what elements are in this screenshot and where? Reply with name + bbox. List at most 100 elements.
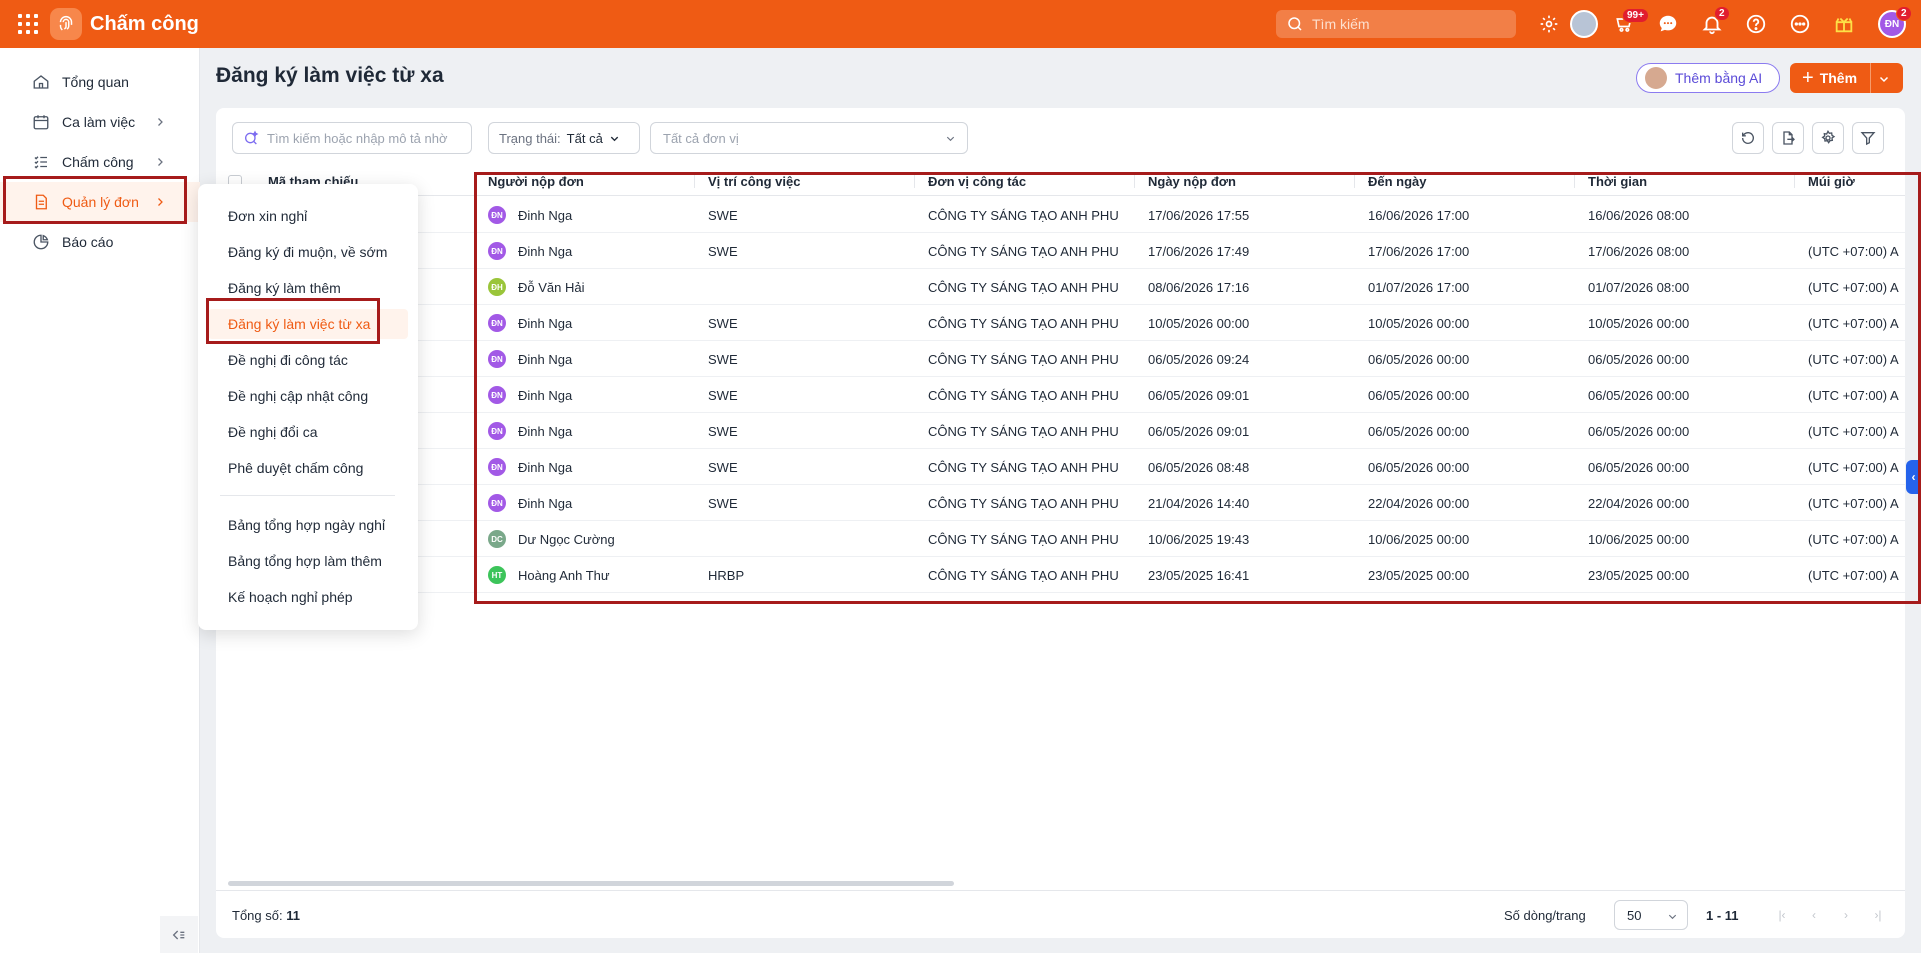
column-settings-button[interactable] bbox=[1812, 122, 1844, 154]
avatar: ĐN bbox=[488, 242, 506, 260]
chevron-down-icon[interactable] bbox=[1878, 73, 1890, 85]
expand-panel-tab[interactable]: ‹ bbox=[1906, 460, 1921, 494]
settings-gear-icon[interactable] bbox=[1537, 12, 1561, 36]
more-options-icon[interactable] bbox=[1788, 12, 1812, 36]
submenu-item-attendance-update[interactable]: Đề nghị cập nhật công bbox=[208, 381, 408, 411]
add-with-ai-button[interactable]: Thêm bằng AI bbox=[1636, 63, 1780, 93]
collapse-sidebar-button[interactable] bbox=[160, 916, 198, 953]
submenu-item-business-trip[interactable]: Đề nghị đi công tác bbox=[208, 345, 408, 375]
user-badge: 2 bbox=[1896, 6, 1912, 21]
cell-position: SWE bbox=[708, 233, 918, 269]
cell-submitted-date: 06/05/2026 09:24 bbox=[1148, 341, 1358, 377]
column-header-time[interactable]: Thời gian bbox=[1588, 166, 1647, 196]
cell-time: 22/04/2026 00:00 bbox=[1588, 485, 1798, 521]
table-row[interactable]: ĐH Đỗ Văn Hải CÔNG TY SÁNG TẠO ANH PHU 08/0… bbox=[216, 269, 1905, 305]
submenu-item-late-early[interactable]: Đăng ký đi muộn, về sớm bbox=[208, 237, 408, 267]
cell-to-date-text: 06/05/2026 00:00 bbox=[1368, 459, 1470, 475]
table-row[interactable]: HT Hoàng Anh Thư HRBP CÔNG TY SÁNG TẠO ANH … bbox=[216, 557, 1905, 593]
table-search-input[interactable] bbox=[267, 130, 467, 146]
submenu-item-attendance-approval[interactable]: Phê duyệt chấm công bbox=[208, 453, 408, 483]
rows-per-page-select[interactable]: 50 bbox=[1614, 900, 1688, 930]
cell-applicant: ĐN Đinh Nga bbox=[488, 341, 698, 377]
account-avatar[interactable] bbox=[1570, 10, 1598, 38]
column-header-position[interactable]: Vị trí công việc bbox=[708, 166, 800, 196]
cell-submitted-date-text: 10/06/2025 19:43 bbox=[1148, 531, 1250, 547]
table-row[interactable]: ĐN Đinh Nga SWE CÔNG TY SÁNG TẠO ANH PHU 06/… bbox=[216, 413, 1905, 449]
notification-bell-icon[interactable]: 2 bbox=[1700, 6, 1730, 36]
add-button-divider bbox=[1870, 63, 1871, 93]
export-button[interactable] bbox=[1772, 122, 1804, 154]
gift-icon[interactable] bbox=[1832, 12, 1856, 36]
cell-to-date-text: 10/06/2025 00:00 bbox=[1368, 531, 1470, 547]
submenu-item-remote-work[interactable]: Đăng ký làm việc từ xa bbox=[208, 309, 408, 339]
table-row[interactable]: DC Dư Ngọc Cường CÔNG TY SÁNG TẠO ANH PHU 1… bbox=[216, 521, 1905, 557]
cell-applicant: ĐN Đinh Nga bbox=[488, 233, 698, 269]
column-header-applicant[interactable]: Người nộp đơn bbox=[488, 166, 584, 196]
first-page-icon[interactable]: |‹ bbox=[1774, 907, 1790, 923]
cell-to-date-text: 01/07/2026 17:00 bbox=[1368, 279, 1470, 295]
submenu-item-overtime-summary[interactable]: Bảng tổng hợp làm thêm bbox=[208, 546, 408, 576]
column-separator bbox=[1574, 174, 1575, 188]
cell-applicant-text: Đinh Nga bbox=[518, 423, 573, 439]
column-header-unit[interactable]: Đơn vị công tác bbox=[928, 166, 1026, 196]
global-search[interactable] bbox=[1276, 10, 1516, 38]
status-filter[interactable]: Trạng thái: Tất cả bbox=[488, 122, 640, 154]
cell-position: SWE bbox=[708, 449, 918, 485]
submenu-item-overtime[interactable]: Đăng ký làm thêm bbox=[208, 273, 408, 303]
cell-to-date-text: 06/05/2026 00:00 bbox=[1368, 351, 1470, 367]
refresh-button[interactable] bbox=[1732, 122, 1764, 154]
cell-timezone bbox=[1808, 197, 1908, 233]
sidebar-item-overview[interactable]: Tổng quan bbox=[0, 62, 200, 102]
cell-time: 01/07/2026 08:00 bbox=[1588, 269, 1798, 305]
cell-time-text: 06/05/2026 00:00 bbox=[1588, 423, 1690, 439]
user-avatar[interactable]: ĐN 2 bbox=[1878, 6, 1912, 38]
chevron-down-icon bbox=[610, 136, 618, 141]
cell-timezone: (UTC +07:00) A bbox=[1808, 557, 1908, 593]
add-button[interactable]: + Thêm bbox=[1790, 63, 1903, 93]
sidebar-item-requests[interactable]: Quản lý đơn bbox=[0, 182, 200, 222]
table-row[interactable]: ĐN Đinh Nga SWE CÔNG TY SÁNG TẠO ANH PHU 17/… bbox=[216, 233, 1905, 269]
filter-button[interactable] bbox=[1852, 122, 1884, 154]
table-row[interactable]: ĐN Đinh Nga SWE CÔNG TY SÁNG TẠO ANH PHU 06/… bbox=[216, 377, 1905, 413]
column-header-timezone[interactable]: Múi giờ bbox=[1808, 166, 1855, 196]
sidebar-item-reports[interactable]: Báo cáo bbox=[0, 222, 200, 262]
submenu-item-leave[interactable]: Đơn xin nghỉ bbox=[208, 201, 408, 231]
cell-time-text: 10/06/2025 00:00 bbox=[1588, 531, 1690, 547]
cell-unit: CÔNG TY SÁNG TẠO ANH PHU bbox=[928, 521, 1138, 557]
table-header: Mã tham chiếu Người nộp đơn Vị trí công … bbox=[216, 166, 1905, 196]
cell-to-date: 06/05/2026 00:00 bbox=[1368, 449, 1578, 485]
cell-to-date: 10/05/2026 00:00 bbox=[1368, 305, 1578, 341]
table-row[interactable]: ĐN Đinh Nga SWE CÔNG TY SÁNG TẠO ANH PHU 06/… bbox=[216, 449, 1905, 485]
sidebar-item-shifts[interactable]: Ca làm việc bbox=[0, 102, 200, 142]
submenu-item-leave-plan[interactable]: Kế hoạch nghỉ phép bbox=[208, 582, 408, 612]
next-page-icon[interactable]: › bbox=[1838, 907, 1854, 923]
horizontal-scrollbar[interactable] bbox=[228, 881, 954, 886]
app-title[interactable]: Chấm công bbox=[90, 13, 199, 36]
column-header-submitted-date[interactable]: Ngày nộp đơn bbox=[1148, 166, 1236, 196]
previous-page-icon[interactable]: ‹ bbox=[1806, 907, 1822, 923]
table-row[interactable]: ĐN Đinh Nga SWE CÔNG TY SÁNG TẠO ANH PHU 10/… bbox=[216, 305, 1905, 341]
cell-to-date: 10/06/2025 00:00 bbox=[1368, 521, 1578, 557]
apps-grid-icon[interactable] bbox=[18, 14, 38, 34]
sidebar-item-timekeeping[interactable]: Chấm công bbox=[0, 142, 200, 182]
table-row[interactable]: ĐN Đinh Nga SWE CÔNG TY SÁNG TẠO ANH PHU 17/… bbox=[216, 197, 1905, 233]
cell-submitted-date: 10/05/2026 00:00 bbox=[1148, 305, 1358, 341]
cell-timezone-text: (UTC +07:00) A bbox=[1808, 423, 1899, 439]
global-search-input[interactable] bbox=[1312, 16, 1502, 32]
cell-unit: CÔNG TY SÁNG TẠO ANH PHU bbox=[928, 197, 1138, 233]
column-header-to-date[interactable]: Đến ngày bbox=[1368, 166, 1427, 196]
table-search[interactable] bbox=[232, 122, 472, 154]
shopping-icon[interactable]: 99+ bbox=[1612, 8, 1649, 36]
table-row[interactable]: ĐN Đinh Nga SWE CÔNG TY SÁNG TẠO ANH PHU 21/… bbox=[216, 485, 1905, 521]
gear-icon bbox=[1821, 130, 1836, 144]
cell-time-text: 16/06/2026 08:00 bbox=[1588, 207, 1690, 223]
avatar: ĐN bbox=[488, 422, 506, 440]
last-page-icon[interactable]: ›| bbox=[1870, 907, 1886, 923]
page-title: Đăng ký làm việc từ xa bbox=[216, 64, 444, 87]
chat-icon[interactable] bbox=[1656, 12, 1680, 36]
submenu-item-leave-summary[interactable]: Bảng tổng hợp ngày nghỉ bbox=[208, 510, 408, 540]
unit-filter[interactable]: Tất cả đơn vị bbox=[650, 122, 968, 154]
submenu-item-shift-change[interactable]: Đề nghị đổi ca bbox=[208, 417, 408, 447]
table-row[interactable]: ĐN Đinh Nga SWE CÔNG TY SÁNG TẠO ANH PHU 06/… bbox=[216, 341, 1905, 377]
help-icon[interactable] bbox=[1744, 12, 1768, 36]
